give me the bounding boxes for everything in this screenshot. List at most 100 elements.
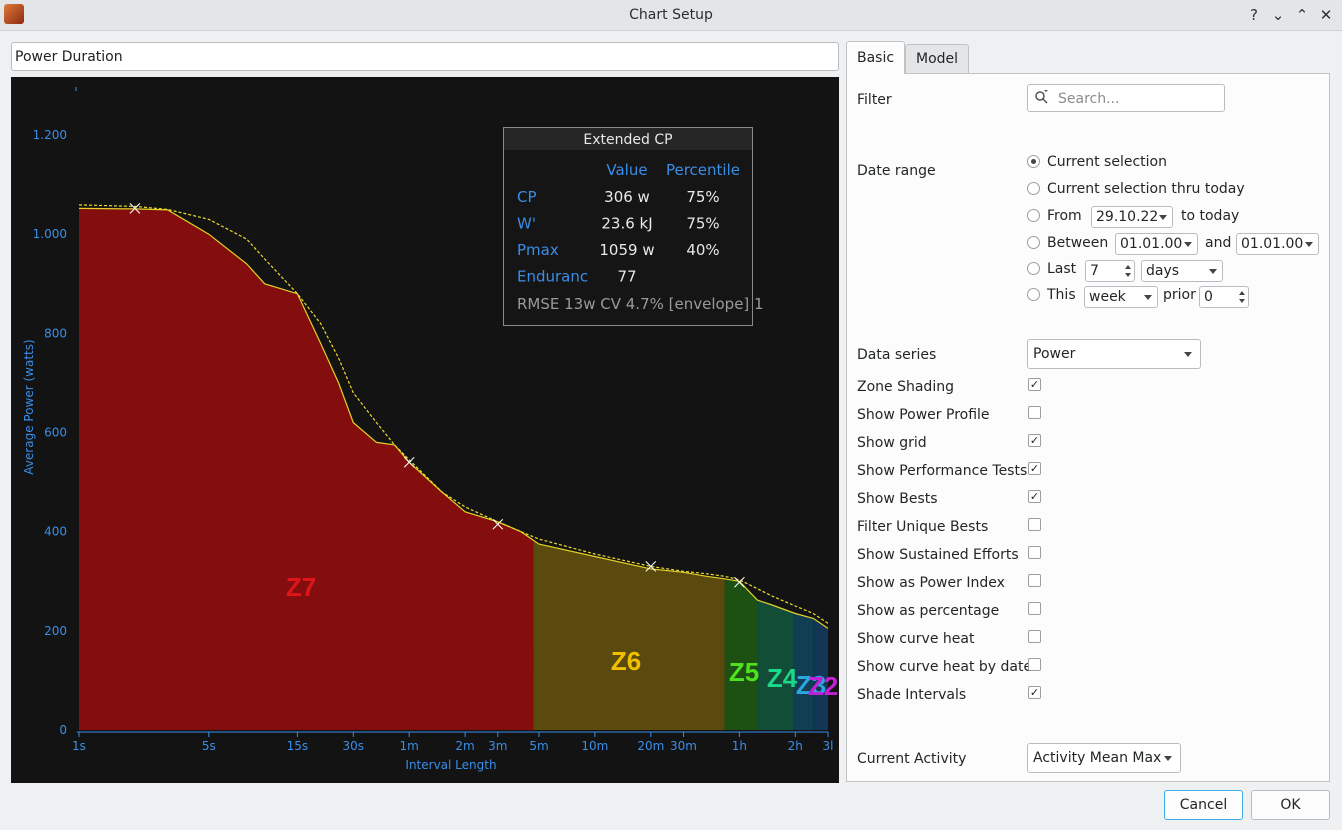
title-bar: Chart Setup ? ⌄ ⌃ ✕ [0, 0, 1342, 31]
power-duration-chart[interactable]: Z7 Z6 Z5 Z4 Z3 Z2 0 200 400 600 800 1.000 1.200 1s 5s 1… [11, 77, 839, 783]
radio-from[interactable] [1027, 209, 1040, 222]
option-checkbox[interactable] [1028, 574, 1041, 587]
option-label: Show Sustained Efforts [857, 547, 1019, 563]
minimize-icon[interactable]: ⌄ [1267, 4, 1289, 26]
legend-title: Extended CP [583, 132, 672, 148]
zone-label-z5: Z5 [729, 657, 759, 687]
last-count-spinbox[interactable]: 7 [1085, 260, 1135, 282]
zone-label-z7: Z7 [286, 572, 316, 602]
option-checkbox[interactable] [1028, 630, 1041, 643]
current-activity-combo[interactable]: Activity Mean Max [1027, 743, 1181, 773]
last-unit-value: days [1146, 263, 1180, 279]
zone-z5-area [724, 578, 758, 730]
chevron-down-icon [1159, 215, 1167, 220]
option-label: Show grid [857, 435, 927, 451]
y-tick-label: 800 [44, 326, 67, 340]
option-checkbox[interactable] [1028, 602, 1041, 615]
x-tick-label: 1h [732, 739, 747, 753]
this-unit-value: week [1089, 289, 1126, 305]
legend-row-value: 23.6 kJ [601, 215, 652, 233]
option-label: Shade Intervals [857, 687, 967, 703]
and-label: and [1205, 235, 1232, 251]
legend-row-name: Enduranc [517, 268, 588, 286]
option-checkbox[interactable] [1028, 406, 1041, 419]
legend-header-percentile: Percentile [666, 161, 740, 179]
this-label: This [1047, 287, 1076, 303]
ok-button[interactable]: OK [1251, 790, 1330, 820]
help-icon[interactable]: ? [1243, 4, 1265, 26]
between-end-value: 01.01.00 [1241, 236, 1304, 252]
from-date-picker[interactable]: 29.10.22 [1091, 206, 1173, 228]
x-tick-label: 20m [637, 739, 664, 753]
radio-current-selection[interactable] [1027, 155, 1040, 168]
data-series-value: Power [1033, 346, 1076, 362]
chevron-down-icon [1144, 295, 1152, 300]
chevron-down-icon [1209, 269, 1217, 274]
option-label: Show curve heat [857, 631, 975, 647]
from-label: From [1047, 208, 1082, 224]
y-tick-label: 0 [59, 723, 67, 737]
radio-current-thru-today[interactable] [1027, 182, 1040, 195]
x-tick-label: 30m [670, 739, 697, 753]
option-checkbox[interactable] [1028, 658, 1041, 671]
option-checkbox[interactable]: ✓ [1028, 490, 1041, 503]
current-selection-label: Current selection [1047, 154, 1167, 170]
last-unit-combo[interactable]: days [1141, 260, 1223, 282]
y-axis-label: Average Power (watts) [22, 339, 36, 474]
between-start-picker[interactable]: 01.01.00 [1115, 233, 1198, 255]
zone-z6-area [533, 540, 725, 730]
chevron-down-icon [1164, 756, 1172, 761]
zone-label-z2: Z2 [808, 671, 838, 701]
close-icon[interactable]: ✕ [1315, 4, 1337, 26]
x-tick-label: 5s [202, 739, 216, 753]
tab-basic[interactable]: Basic [846, 41, 905, 74]
option-label: Filter Unique Bests [857, 519, 989, 535]
option-checkbox[interactable]: ✓ [1028, 378, 1041, 391]
search-field[interactable]: Search... [1027, 84, 1225, 112]
option-checkbox[interactable]: ✓ [1028, 462, 1041, 475]
prior-spinbox[interactable]: 0 [1199, 286, 1249, 308]
spin-down-icon[interactable] [1125, 273, 1131, 277]
window-title: Chart Setup [629, 7, 713, 23]
legend-row-percentile: 40% [686, 241, 719, 259]
radio-between[interactable] [1027, 236, 1040, 249]
legend-row-value: 306 w [604, 188, 650, 206]
basic-panel: Filter Search... Date range Current sele… [846, 73, 1330, 782]
option-label: Show Power Profile [857, 407, 990, 423]
option-checkbox[interactable]: ✓ [1028, 686, 1041, 699]
legend-row-percentile: 75% [686, 188, 719, 206]
filter-label: Filter [857, 92, 892, 108]
legend-row-name: Pmax [517, 241, 559, 259]
from-date-value: 29.10.22 [1096, 209, 1159, 225]
option-label: Show Bests [857, 491, 938, 507]
maximize-icon[interactable]: ⌃ [1291, 4, 1313, 26]
zone-label-z4: Z4 [767, 663, 798, 693]
spin-down-icon[interactable] [1239, 299, 1245, 303]
legend-row-name: W' [517, 215, 536, 233]
current-thru-today-label: Current selection thru today [1047, 181, 1245, 197]
chart-name-input[interactable] [11, 42, 839, 71]
radio-last[interactable] [1027, 262, 1040, 275]
legend-row-value: 77 [617, 268, 636, 286]
option-checkbox[interactable] [1028, 518, 1041, 531]
current-activity-label: Current Activity [857, 751, 967, 767]
between-end-picker[interactable]: 01.01.00 [1236, 233, 1319, 255]
radio-this[interactable] [1027, 288, 1040, 301]
legend-footer: RMSE 13w CV 4.7% [envelope] 1 [517, 295, 764, 313]
x-tick-label: 1m [400, 739, 419, 753]
spin-up-icon[interactable] [1125, 265, 1131, 269]
prior-label: prior [1163, 287, 1196, 303]
cancel-button[interactable]: Cancel [1164, 790, 1243, 820]
x-tick-label: 2m [455, 739, 474, 753]
y-tick-label: 1.000 [33, 227, 67, 241]
tab-model[interactable]: Model [905, 44, 969, 73]
option-checkbox[interactable]: ✓ [1028, 434, 1041, 447]
current-activity-value: Activity Mean Max [1033, 750, 1162, 766]
prior-value: 0 [1204, 289, 1213, 305]
option-checkbox[interactable] [1028, 546, 1041, 559]
spin-up-icon[interactable] [1239, 291, 1245, 295]
data-series-combo[interactable]: Power [1027, 339, 1201, 369]
option-label: Show as Power Index [857, 575, 1005, 591]
option-label: Show Performance Tests [857, 463, 1028, 479]
this-unit-combo[interactable]: week [1084, 286, 1158, 308]
